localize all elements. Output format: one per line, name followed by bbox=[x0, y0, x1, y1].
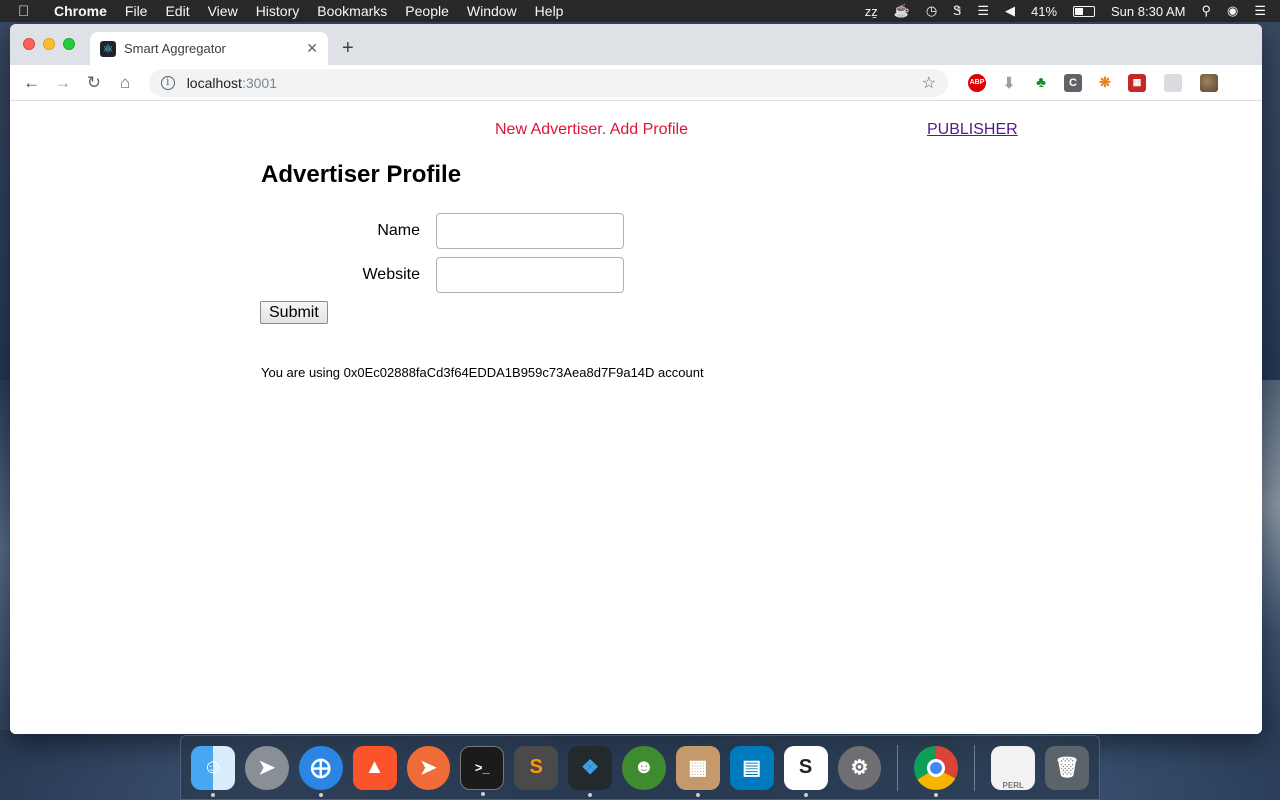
running-indicator bbox=[211, 792, 215, 797]
notification-center-icon[interactable]: ☰ bbox=[1254, 3, 1266, 19]
address-bar[interactable]: i localhost :3001 ☆ bbox=[148, 68, 949, 97]
apple-menu-icon[interactable]:  bbox=[18, 3, 40, 20]
postman-icon[interactable]: ➤ bbox=[406, 745, 451, 790]
cyberduck-icon[interactable]: ☻ bbox=[622, 745, 666, 790]
running-indicator bbox=[481, 791, 486, 796]
safari-icon[interactable]: ⨁ bbox=[298, 745, 343, 797]
browser-window: ⚛ Smart Aggregator ✕ + ← → ↻ ⌂ i localho… bbox=[10, 24, 1262, 734]
close-tab-icon[interactable]: ✕ bbox=[306, 40, 318, 57]
menu-people[interactable]: People bbox=[405, 0, 449, 22]
name-label: Name bbox=[377, 222, 420, 239]
page-content: New Advertiser. Add Profile PUBLISHER Ad… bbox=[10, 101, 1262, 734]
menu-file[interactable]: File bbox=[125, 0, 148, 22]
bookmark-star-icon[interactable]: ☆ bbox=[922, 73, 936, 93]
menu-window[interactable]: Window bbox=[467, 0, 517, 22]
menu-help[interactable]: Help bbox=[535, 0, 564, 22]
profile-avatar-icon[interactable] bbox=[1200, 73, 1219, 92]
close-window-button[interactable] bbox=[23, 38, 35, 50]
menu-bookmarks[interactable]: Bookmarks bbox=[317, 0, 387, 22]
time-machine-icon[interactable]: ◷ bbox=[926, 3, 937, 19]
react-favicon-icon: ⚛ bbox=[100, 40, 116, 57]
extensions-area: ABP ⬇ ♣ C ❋ ▦ ⋮ bbox=[968, 73, 1262, 92]
finder-icon[interactable]: ☺ bbox=[191, 745, 235, 797]
running-indicator bbox=[588, 792, 593, 797]
website-label: Website bbox=[362, 266, 420, 283]
name-input[interactable] bbox=[436, 213, 624, 249]
clock[interactable]: Sun 8:30 AM bbox=[1111, 4, 1185, 19]
system-preferences-icon[interactable]: ⚙ bbox=[837, 745, 882, 790]
brave-icon[interactable]: ▲ bbox=[352, 745, 397, 790]
menu-edit[interactable]: Edit bbox=[165, 0, 189, 22]
chrome-icon[interactable] bbox=[914, 745, 959, 797]
window-controls bbox=[23, 38, 75, 50]
wifi-icon[interactable]: ☰ bbox=[977, 3, 989, 19]
metamask-fox-icon[interactable]: ❋ bbox=[1096, 74, 1114, 92]
flash-message: New Advertiser. Add Profile bbox=[495, 121, 688, 138]
clover-extension-icon[interactable]: ♣ bbox=[1032, 74, 1050, 92]
red-extension-icon[interactable]: ▦ bbox=[1128, 73, 1147, 92]
publisher-link[interactable]: PUBLISHER bbox=[927, 121, 1018, 139]
tab-title: Smart Aggregator bbox=[124, 41, 226, 56]
macos-dock: ☺ ➤ ⨁ ▲ ➤ >_ S ❖ ☻ ▦ ▤ S ⚙ PERL 🗑 bbox=[180, 735, 1100, 800]
forward-icon[interactable]: → bbox=[47, 73, 78, 93]
dock-divider bbox=[974, 744, 976, 791]
submit-button[interactable]: Submit bbox=[260, 301, 328, 324]
website-input[interactable] bbox=[436, 257, 624, 293]
tab-strip: ⚛ Smart Aggregator ✕ + bbox=[10, 24, 1262, 65]
url-port: :3001 bbox=[241, 74, 277, 91]
macos-menubar:  Chrome File Edit View History Bookmark… bbox=[0, 0, 1280, 22]
battery-percent[interactable]: 41% bbox=[1031, 4, 1057, 19]
terminal-icon[interactable]: >_ bbox=[460, 745, 505, 796]
sleep-icon[interactable]: zẕ bbox=[865, 4, 878, 19]
dock-divider bbox=[897, 744, 899, 791]
new-tab-icon[interactable]: + bbox=[342, 37, 354, 60]
url-host: localhost bbox=[186, 74, 242, 91]
vscode-icon[interactable]: ❖ bbox=[568, 745, 612, 797]
home-icon[interactable]: ⌂ bbox=[110, 73, 141, 93]
launchpad-icon[interactable]: ➤ bbox=[244, 745, 289, 790]
reload-icon[interactable]: ↻ bbox=[78, 73, 109, 93]
site-info-icon[interactable]: i bbox=[160, 75, 175, 90]
siri-icon[interactable]: ◉ bbox=[1227, 3, 1238, 19]
page-title: Advertiser Profile bbox=[261, 161, 462, 188]
trash-icon[interactable]: 🗑 bbox=[1045, 745, 1089, 790]
running-indicator bbox=[934, 792, 939, 797]
download-icon[interactable]: ⬇ bbox=[1000, 74, 1018, 92]
slack-icon[interactable]: S bbox=[783, 745, 828, 797]
spotlight-search-icon[interactable]: ⚲ bbox=[1201, 3, 1211, 19]
menu-history[interactable]: History bbox=[256, 0, 300, 22]
trello-icon[interactable]: ▤ bbox=[729, 745, 774, 790]
running-indicator bbox=[803, 792, 808, 797]
status-area: zẕ ☕ ◷ Ꮥ ☰ ◀ 41% Sun 8:30 AM ⚲ ◉ ☰ bbox=[865, 3, 1280, 19]
browser-toolbar: ← → ↻ ⌂ i localhost :3001 ☆ ABP ⬇ ♣ C ❋ … bbox=[10, 65, 1262, 101]
menu-app-name[interactable]: Chrome bbox=[54, 0, 107, 22]
bluetooth-icon[interactable]: Ꮥ bbox=[953, 3, 961, 19]
sequel-pro-icon[interactable]: ▦ bbox=[675, 745, 720, 797]
back-icon[interactable]: ← bbox=[16, 73, 47, 93]
tab-smart-aggregator[interactable]: ⚛ Smart Aggregator ✕ bbox=[90, 32, 328, 65]
sublime-text-icon[interactable]: S bbox=[514, 745, 559, 790]
c-extension-icon[interactable]: C bbox=[1064, 73, 1083, 92]
volume-icon[interactable]: ◀ bbox=[1005, 3, 1015, 19]
coffee-icon[interactable]: ☕ bbox=[894, 3, 910, 19]
battery-icon[interactable] bbox=[1073, 5, 1096, 17]
chrome-menu-icon[interactable]: ⋮ bbox=[1244, 74, 1262, 92]
running-indicator bbox=[695, 792, 700, 797]
menu-view[interactable]: View bbox=[208, 0, 238, 22]
account-info-text: You are using 0x0Ec02888faCd3f64EDDA1B95… bbox=[261, 365, 704, 380]
minimize-window-button[interactable] bbox=[43, 38, 55, 50]
perl-document-icon[interactable]: PERL bbox=[991, 745, 1036, 790]
zoom-window-button[interactable] bbox=[63, 38, 75, 50]
chrome-center bbox=[927, 758, 946, 777]
toolbar-divider bbox=[1164, 73, 1183, 92]
adblock-plus-icon[interactable]: ABP bbox=[968, 73, 987, 92]
running-indicator bbox=[318, 792, 323, 797]
